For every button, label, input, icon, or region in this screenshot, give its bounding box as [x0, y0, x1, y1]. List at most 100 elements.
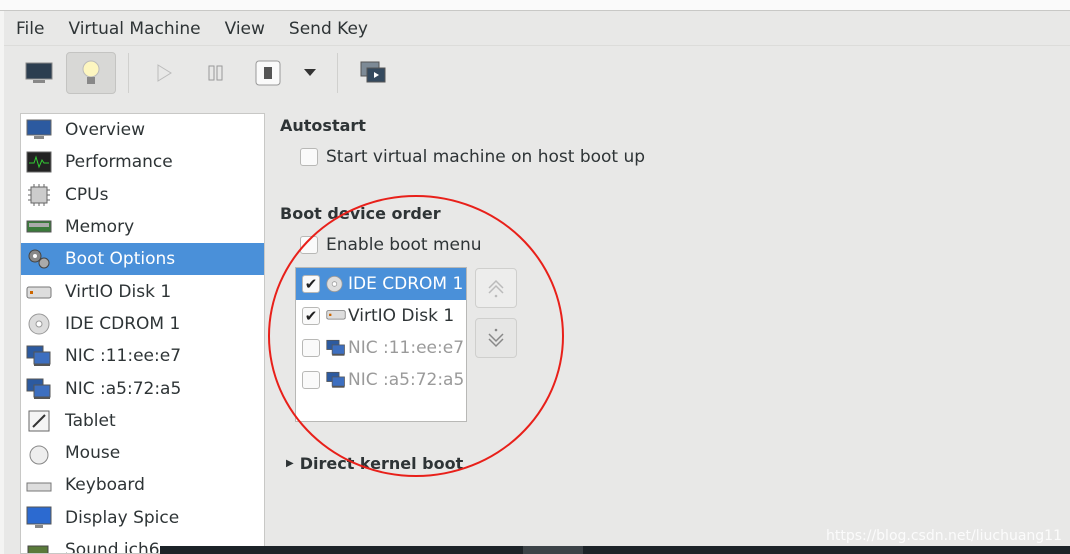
monitor-icon	[25, 118, 53, 142]
console-button[interactable]	[14, 52, 64, 94]
boot-device-row[interactable]: NIC :11:ee:e7	[296, 332, 466, 364]
taskbar	[160, 546, 1070, 554]
sidebar-item-label: Memory	[65, 217, 135, 238]
gears-icon	[25, 247, 53, 271]
sidebar-item-memory[interactable]: Memory	[21, 211, 264, 243]
sidebar-item-label: Boot Options	[65, 249, 176, 270]
sidebar-item-label: CPUs	[65, 184, 109, 205]
boot-device-row[interactable]: ✔ VirtIO Disk 1	[296, 300, 466, 332]
boot-device-checkbox[interactable]	[302, 339, 320, 357]
sidebar-item-tablet[interactable]: Tablet	[21, 405, 264, 437]
sidebar-item-keyboard[interactable]: Keyboard	[21, 469, 264, 501]
play-icon	[157, 64, 172, 82]
performance-icon	[25, 150, 53, 174]
menu-bar: File Virtual Machine View Send Key	[4, 12, 1070, 46]
cdrom-icon	[326, 275, 346, 293]
boot-device-label: VirtIO Disk 1	[348, 306, 455, 326]
fullscreen-button[interactable]	[348, 52, 398, 94]
sidebar-item-overview[interactable]: Overview	[21, 114, 264, 146]
sidebar-item-label: Sound ich6	[65, 540, 160, 554]
checkbox-box[interactable]	[300, 236, 318, 254]
sidebar-item-label: VirtIO Disk 1	[65, 281, 172, 302]
autostart-label: Start virtual machine on host boot up	[326, 147, 646, 167]
checkbox-box[interactable]	[300, 148, 318, 166]
tablet-icon	[25, 409, 53, 433]
move-down-button[interactable]	[475, 318, 517, 358]
cdrom-icon	[25, 312, 53, 336]
boot-device-label: NIC :11:ee:e7	[348, 338, 465, 358]
window-edge	[0, 11, 4, 554]
sidebar-item-nic-a5-72-a5[interactable]: NIC :a5:72:a5	[21, 372, 264, 404]
taskbar-item[interactable]	[523, 546, 583, 554]
hardware-list: Overview Performance CPUs Memory Boot Option…	[20, 113, 265, 554]
screenshot-icon	[360, 61, 386, 83]
sound-icon	[25, 538, 53, 553]
arrow-up-icon	[488, 279, 504, 298]
menu-virtual-machine[interactable]: Virtual Machine	[56, 19, 212, 39]
disk-icon	[326, 307, 346, 325]
autostart-checkbox[interactable]: Start virtual machine on host boot up	[300, 147, 645, 167]
direct-kernel-boot-expander[interactable]: ▶ Direct kernel boot	[286, 454, 463, 473]
monitor-icon	[25, 62, 53, 83]
boot-device-checkbox[interactable]: ✔	[302, 307, 320, 325]
shutdown-button[interactable]	[243, 52, 293, 94]
boot-device-checkbox[interactable]: ✔	[302, 275, 320, 293]
sidebar-item-label: Mouse	[65, 443, 121, 464]
memory-icon	[25, 215, 53, 239]
move-up-button[interactable]	[475, 268, 517, 308]
menu-send-key[interactable]: Send Key	[277, 19, 380, 39]
sidebar-item-label: Tablet	[65, 410, 116, 431]
pause-button[interactable]	[191, 52, 241, 94]
details-button[interactable]	[66, 52, 116, 94]
boot-order-title: Boot device order	[280, 204, 441, 223]
nic-icon	[25, 344, 53, 368]
disk-icon	[25, 280, 53, 304]
display-icon	[25, 506, 53, 530]
sidebar-item-label: Overview	[65, 120, 146, 141]
boot-device-row[interactable]: NIC :a5:72:a5	[296, 364, 466, 396]
sidebar-item-label: IDE CDROM 1	[65, 313, 181, 334]
sidebar-item-performance[interactable]: Performance	[21, 146, 264, 178]
dropdown-icon	[304, 69, 316, 76]
sidebar-item-display-spice[interactable]: Display Spice	[21, 502, 264, 534]
sidebar-item-boot-options[interactable]: Boot Options	[21, 243, 264, 276]
autostart-title: Autostart	[280, 116, 366, 135]
keyboard-icon	[25, 473, 53, 497]
nic-icon	[25, 377, 53, 401]
expander-arrow-icon: ▶	[286, 458, 294, 469]
menu-file[interactable]: File	[4, 19, 56, 39]
shutdown-dropdown[interactable]	[295, 52, 325, 94]
nic-icon	[326, 339, 346, 357]
boot-device-list: ✔ IDE CDROM 1 ✔ VirtIO Disk 1 NIC :11:ee:e7 N…	[295, 267, 467, 422]
sidebar-item-label: NIC :a5:72:a5	[65, 378, 182, 399]
sidebar-item-nic-11-ee-e7[interactable]: NIC :11:ee:e7	[21, 340, 264, 372]
nic-icon	[326, 371, 346, 389]
boot-device-checkbox[interactable]	[302, 371, 320, 389]
boot-device-row[interactable]: ✔ IDE CDROM 1	[296, 268, 466, 300]
enable-boot-menu-checkbox[interactable]: Enable boot menu	[300, 235, 482, 255]
mouse-icon	[25, 441, 53, 465]
lightbulb-icon	[82, 60, 100, 84]
watermark: https://blog.csdn.net/liuchuang11	[825, 528, 1062, 544]
arrow-down-icon	[488, 328, 504, 348]
sidebar-item-label: Display Spice	[65, 507, 180, 528]
run-button[interactable]	[139, 52, 189, 94]
title-strip	[0, 0, 1070, 11]
sidebar-item-mouse[interactable]: Mouse	[21, 437, 264, 469]
sidebar-item-label: Keyboard	[65, 475, 145, 496]
power-icon	[255, 60, 281, 86]
boot-menu-label: Enable boot menu	[326, 235, 482, 255]
boot-device-label: NIC :a5:72:a5	[348, 370, 465, 390]
toolbar-separator	[128, 53, 129, 93]
sidebar-item-cpus[interactable]: CPUs	[21, 179, 264, 211]
boot-device-label: IDE CDROM 1	[348, 274, 464, 294]
toolbar-separator	[337, 53, 338, 93]
sidebar-item-label: Performance	[65, 152, 173, 173]
sidebar-item-virtio-disk-1[interactable]: VirtIO Disk 1	[21, 275, 264, 307]
pause-icon	[208, 65, 223, 81]
menu-view[interactable]: View	[213, 19, 277, 39]
toolbar	[14, 50, 400, 96]
sidebar-item-label: NIC :11:ee:e7	[65, 346, 182, 367]
kernel-title: Direct kernel boot	[299, 454, 464, 473]
sidebar-item-ide-cdrom-1[interactable]: IDE CDROM 1	[21, 308, 264, 340]
